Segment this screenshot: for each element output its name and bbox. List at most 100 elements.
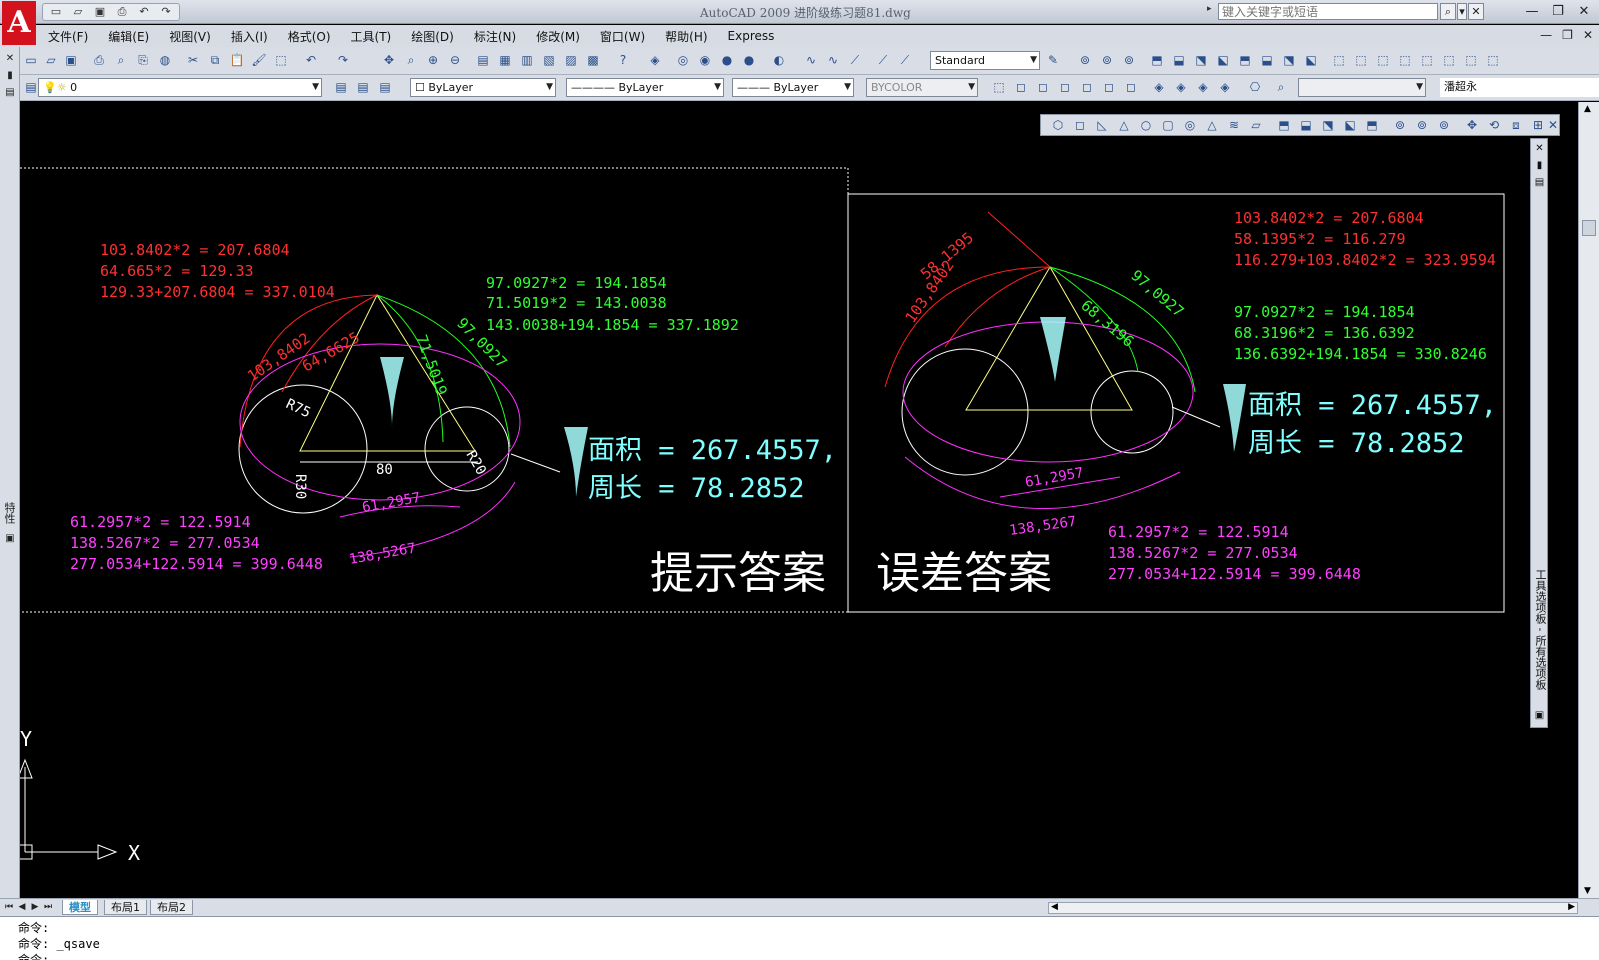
command-line[interactable]: 命令: 命令: _qsave 命令: <box>0 916 1599 960</box>
view-se-icon[interactable]: ◈ <box>1172 78 1190 96</box>
open-icon[interactable]: ▱ <box>68 4 88 20</box>
publish-icon[interactable]: ⎘ <box>134 51 152 69</box>
text-style-select[interactable]: Standard ▼ <box>930 51 1040 70</box>
pan-icon[interactable]: ✥ <box>380 51 398 69</box>
lineweight-select[interactable]: ——— ByLayer ▼ <box>732 78 854 97</box>
3d-dwf-icon[interactable]: ◍ <box>156 51 174 69</box>
redo-tool-icon[interactable]: ↷ <box>334 51 352 69</box>
sheet-set-icon[interactable]: ▧ <box>540 51 558 69</box>
menu-modify[interactable]: 修改(M) <box>526 28 590 45</box>
taper-faces-icon[interactable]: ⬓ <box>1258 51 1276 69</box>
menu-edit[interactable]: 编辑(E) <box>98 28 159 45</box>
subtract-float-icon[interactable]: ⊚ <box>1413 116 1431 134</box>
tab-layout2[interactable]: 布局2 <box>150 900 193 915</box>
linetype-select[interactable]: ———— ByLayer ▼ <box>566 78 724 97</box>
scroll-down-icon[interactable]: ▼ <box>1584 886 1591 896</box>
presspull-icon[interactable]: ⬓ <box>1297 116 1315 134</box>
planar-surface-icon[interactable]: ▱ <box>1247 116 1265 134</box>
scroll-thumb[interactable] <box>1582 220 1596 236</box>
minimize-button[interactable]: — <box>1523 3 1541 20</box>
properties-icon[interactable]: ▤ <box>474 51 492 69</box>
menu-insert[interactable]: 插入(I) <box>221 28 278 45</box>
match-properties-icon[interactable]: 🖌 <box>250 51 268 69</box>
doc-restore-button[interactable]: ❐ <box>1562 28 1573 42</box>
multileader-icon[interactable]: ⟋ <box>874 51 892 69</box>
menu-format[interactable]: 格式(O) <box>278 28 341 45</box>
union-icon[interactable]: ⊚ <box>1076 51 1094 69</box>
strip-menu-icon[interactable]: ▤ <box>3 86 17 100</box>
make-current-layer-icon[interactable]: ▤ <box>332 78 350 96</box>
properties-panel-label[interactable]: 特性 <box>3 502 17 524</box>
menu-dimension[interactable]: 标注(N) <box>464 28 526 45</box>
union-float-icon[interactable]: ⊚ <box>1391 116 1409 134</box>
3d-orbit-icon[interactable]: ◈ <box>646 51 664 69</box>
search-dropdown-icon[interactable]: ▾ <box>1457 3 1467 20</box>
block-editor-icon[interactable]: ⬚ <box>272 51 290 69</box>
restore-button[interactable]: ❐ <box>1549 3 1567 20</box>
intersect-icon[interactable]: ⊚ <box>1120 51 1138 69</box>
extrude-faces-icon[interactable]: ⬒ <box>1148 51 1166 69</box>
scroll-right-icon[interactable]: ▶ <box>1568 902 1575 912</box>
pyramid-icon[interactable]: △ <box>1203 116 1221 134</box>
layer-select[interactable]: 💡☼ 0 ▼ <box>38 78 322 97</box>
extrude-icon[interactable]: ⬒ <box>1275 116 1293 134</box>
solid-edit-icon[interactable]: ⬚ <box>1484 51 1502 69</box>
view-front-icon[interactable]: ◻ <box>1100 78 1118 96</box>
horizontal-scrollbar[interactable]: ◀ ▶ <box>1048 902 1578 914</box>
polyline-icon[interactable]: ⟋ <box>846 51 864 69</box>
edit-spline-icon[interactable]: ∿ <box>824 51 842 69</box>
view-back-icon[interactable]: ◻ <box>1122 78 1140 96</box>
3d-move-icon[interactable]: ✥ <box>1463 116 1481 134</box>
clean-icon[interactable]: ⬚ <box>1396 51 1414 69</box>
multileader-edit-icon[interactable]: ⟋ <box>896 51 914 69</box>
view-nw-icon[interactable]: ◈ <box>1216 78 1234 96</box>
layer-previous-icon[interactable]: ▤ <box>354 78 372 96</box>
copy-edges-icon[interactable]: ⬚ <box>1330 51 1348 69</box>
3d-array-icon[interactable]: ⊞ <box>1529 116 1547 134</box>
rotate-faces-icon[interactable]: ⬒ <box>1236 51 1254 69</box>
scroll-left-icon[interactable]: ◀ <box>1051 902 1058 912</box>
print-icon[interactable]: ⎙ <box>112 4 132 20</box>
loft-icon[interactable]: ⬒ <box>1363 116 1381 134</box>
tool-palette-label[interactable]: 工具选项板 - 所有选项板 <box>1532 569 1548 690</box>
visual-style-wire-icon[interactable]: ◎ <box>674 51 692 69</box>
revolve-icon[interactable]: ⬕ <box>1341 116 1359 134</box>
first-tab-icon[interactable]: ⏮ <box>4 901 14 913</box>
doc-close-button[interactable]: ✕ <box>1583 28 1593 42</box>
menu-file[interactable]: 文件(F) <box>38 28 98 45</box>
drawing-canvas[interactable]: 103.8402*2 = 207.6804 64.665*2 = 129.33 … <box>20 102 1578 898</box>
check-icon[interactable]: ⬚ <box>1462 51 1480 69</box>
next-tab-icon[interactable]: ▶ <box>30 901 40 913</box>
last-tab-icon[interactable]: ⏭ <box>43 901 53 913</box>
menu-help[interactable]: 帮助(H) <box>655 28 717 45</box>
manage-visual-styles-icon[interactable]: ◐ <box>770 51 788 69</box>
view-bottom-icon[interactable]: ◻ <box>1034 78 1052 96</box>
undo-icon[interactable]: ↶ <box>134 4 154 20</box>
zoom-previous-icon[interactable]: ⊖ <box>446 51 464 69</box>
zoom-realtime-icon[interactable]: ⌕ <box>402 51 420 69</box>
delete-faces-icon[interactable]: ⬕ <box>1214 51 1232 69</box>
tab-layout1[interactable]: 布局1 <box>104 900 147 915</box>
shell-icon[interactable]: ⬚ <box>1440 51 1458 69</box>
camera-icon[interactable]: ⎔ <box>1246 78 1264 96</box>
3d-rotate-icon[interactable]: ⟲ <box>1485 116 1503 134</box>
new-icon[interactable]: ▭ <box>46 4 66 20</box>
prev-tab-icon[interactable]: ◀ <box>17 901 27 913</box>
scroll-up-icon[interactable]: ▲ <box>1584 104 1591 114</box>
menu-view[interactable]: 视图(V) <box>159 28 221 45</box>
view-manager-icon[interactable]: ⬚ <box>990 78 1008 96</box>
plot-icon[interactable]: ⎙ <box>90 51 108 69</box>
copy-faces-icon[interactable]: ⬔ <box>1280 51 1298 69</box>
search-icon[interactable]: ⌕ <box>1440 3 1456 20</box>
offset-faces-icon[interactable]: ⬔ <box>1192 51 1210 69</box>
qnew-icon[interactable]: ▭ <box>22 51 40 69</box>
save-icon[interactable]: ▣ <box>90 4 110 20</box>
text-style-manager-icon[interactable]: ✎ <box>1044 51 1062 69</box>
separate-icon[interactable]: ⬚ <box>1418 51 1436 69</box>
menu-tools[interactable]: 工具(T) <box>341 28 402 45</box>
layer-state-icon[interactable]: ▤ <box>376 78 394 96</box>
copy-icon[interactable]: ⧉ <box>206 51 224 69</box>
view-ne-icon[interactable]: ◈ <box>1194 78 1212 96</box>
autocad-logo-icon[interactable]: A <box>2 1 36 45</box>
intersect-float-icon[interactable]: ⊚ <box>1435 116 1453 134</box>
